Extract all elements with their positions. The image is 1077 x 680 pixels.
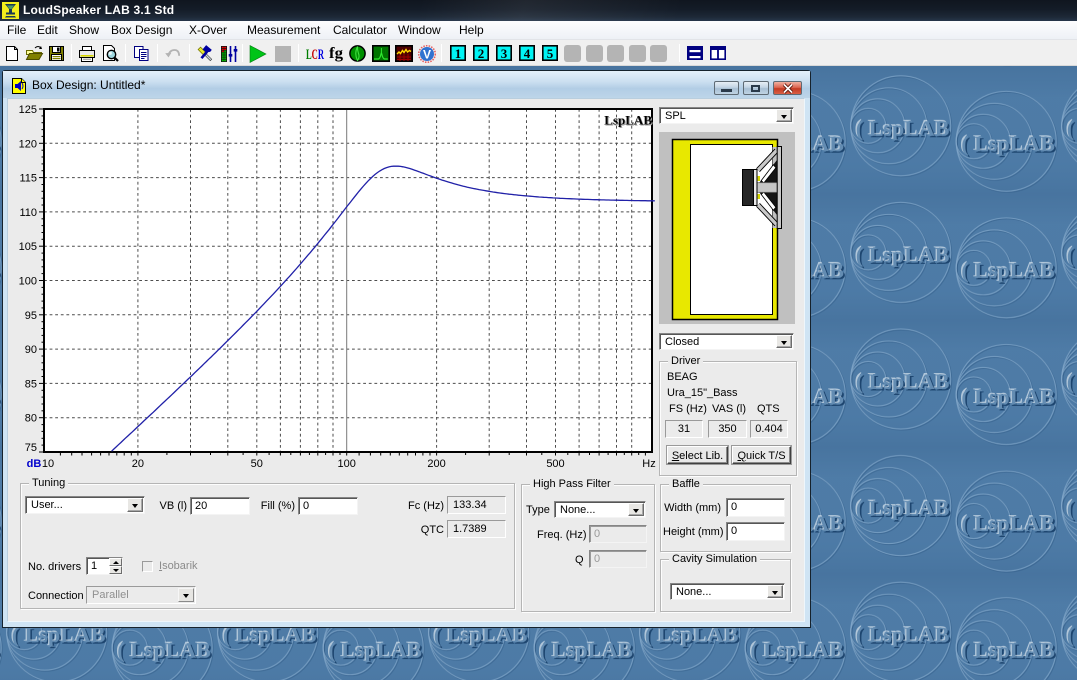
svg-text:125: 125 <box>19 104 37 116</box>
svg-text:LCR: LCR <box>306 47 324 63</box>
svg-text:dB: dB <box>27 458 42 470</box>
svg-text:80: 80 <box>25 413 37 425</box>
svg-text:V: V <box>423 48 431 62</box>
svg-text:5: 5 <box>547 46 554 61</box>
svg-text:100: 100 <box>19 276 37 288</box>
svg-text:75: 75 <box>25 442 37 454</box>
svg-text:fg: fg <box>329 45 343 62</box>
svg-text:2: 2 <box>478 46 485 61</box>
svg-text:500: 500 <box>546 458 564 470</box>
svg-text:110: 110 <box>19 207 37 219</box>
svg-text:LspLAB: LspLAB <box>604 113 652 128</box>
svg-text:20: 20 <box>132 458 144 470</box>
svg-text:95: 95 <box>25 310 37 322</box>
svg-text:200: 200 <box>427 458 445 470</box>
svg-text:Hz: Hz <box>642 458 655 470</box>
svg-text:120: 120 <box>19 138 37 150</box>
svg-text:85: 85 <box>25 378 37 390</box>
svg-text:115: 115 <box>19 173 37 185</box>
svg-text:100: 100 <box>338 458 356 470</box>
svg-text:90: 90 <box>25 344 37 356</box>
svg-text:50: 50 <box>251 458 263 470</box>
svg-text:4: 4 <box>524 46 531 61</box>
svg-text:1: 1 <box>455 46 462 61</box>
svg-text:105: 105 <box>19 241 37 253</box>
svg-text:10: 10 <box>42 458 54 470</box>
svg-text:3: 3 <box>501 46 508 61</box>
